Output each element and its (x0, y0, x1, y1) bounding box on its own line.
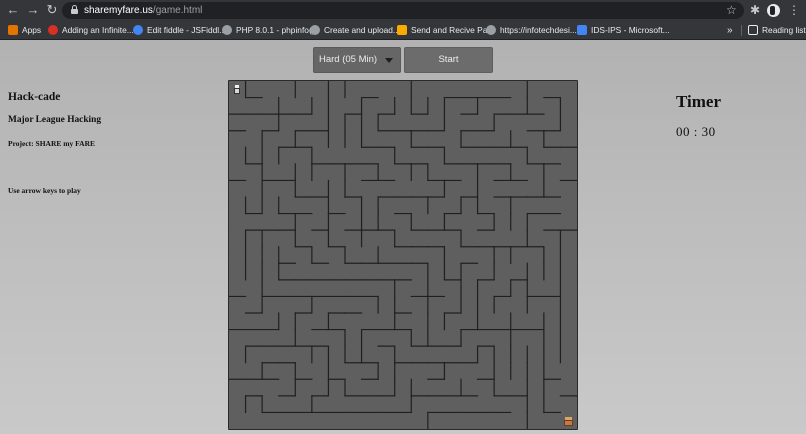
browser-toolbar: ← → ↻ sharemyfare.us/game.html ☆ ✱ ⋮ (0, 0, 806, 21)
bookmark-item[interactable]: IDS-IPS - Microsoft... (577, 24, 670, 38)
bookmark-item[interactable]: Send and Recive Pa... (397, 24, 494, 38)
bookmarks-divider (741, 25, 742, 36)
bookmark-item[interactable]: Create and upload... (310, 24, 400, 38)
site-icon (397, 25, 407, 35)
back-icon[interactable]: ← (6, 3, 20, 17)
bookmark-item[interactable]: Edit fiddle - JSFiddl... (133, 24, 226, 38)
goal-house-icon (564, 417, 573, 426)
bookmarks-overflow[interactable]: » (727, 24, 733, 37)
reading-list-icon (748, 25, 758, 35)
bookmarks-bar: Apps Adding an Infinite... Edit fiddle -… (0, 21, 806, 40)
reading-list[interactable]: Reading list (748, 24, 806, 38)
bookmark-item[interactable]: https://infotechdesi... (486, 24, 577, 38)
bookmark-item[interactable]: Adding an Infinite... (48, 24, 134, 38)
app-title: Hack-cade (8, 91, 61, 103)
difficulty-select[interactable]: Hard (05 Min) (313, 47, 401, 73)
address-bar[interactable]: sharemyfare.us/game.html ☆ (62, 2, 744, 19)
maze-wall-group (229, 81, 577, 429)
globe-icon (486, 25, 496, 35)
difficulty-value: Hard (05 Min) (319, 54, 378, 65)
instructions-text: Use arrow keys to play (8, 186, 81, 195)
menu-icon[interactable]: ⋮ (787, 3, 801, 17)
apps-grid-icon (8, 25, 18, 35)
maze-board[interactable] (228, 80, 578, 430)
lock-icon (71, 5, 78, 14)
bookmark-apps[interactable]: Apps (8, 24, 41, 38)
game-page: Hard (05 Min) Start Hack-cade Major Leag… (0, 40, 806, 434)
maze-walls (229, 81, 577, 429)
azure-icon (577, 25, 587, 35)
bookmark-star-icon[interactable]: ☆ (726, 3, 737, 18)
profile-avatar[interactable] (767, 4, 780, 17)
site-icon (48, 25, 58, 35)
globe-icon (222, 25, 232, 35)
app-subtitle: Major League Hacking (8, 115, 102, 125)
project-label: Project: SHARE my FARE (8, 139, 95, 148)
globe-icon (310, 25, 320, 35)
extensions-icon[interactable]: ✱ (748, 3, 762, 17)
start-button[interactable]: Start (404, 47, 493, 73)
url-text[interactable]: sharemyfare.us/game.html (84, 4, 202, 17)
chevron-down-icon (385, 58, 393, 63)
timer-value: 00 : 30 (676, 124, 716, 139)
forward-icon[interactable]: → (26, 3, 40, 17)
bookmark-item[interactable]: PHP 8.0.1 - phpinfo() (222, 24, 315, 38)
player-sprite-icon (233, 85, 241, 94)
timer-panel: Timer 00 : 30 (676, 92, 721, 140)
timer-title: Timer (676, 92, 722, 111)
jsfiddle-icon (133, 25, 143, 35)
reload-icon[interactable]: ↻ (45, 3, 59, 17)
